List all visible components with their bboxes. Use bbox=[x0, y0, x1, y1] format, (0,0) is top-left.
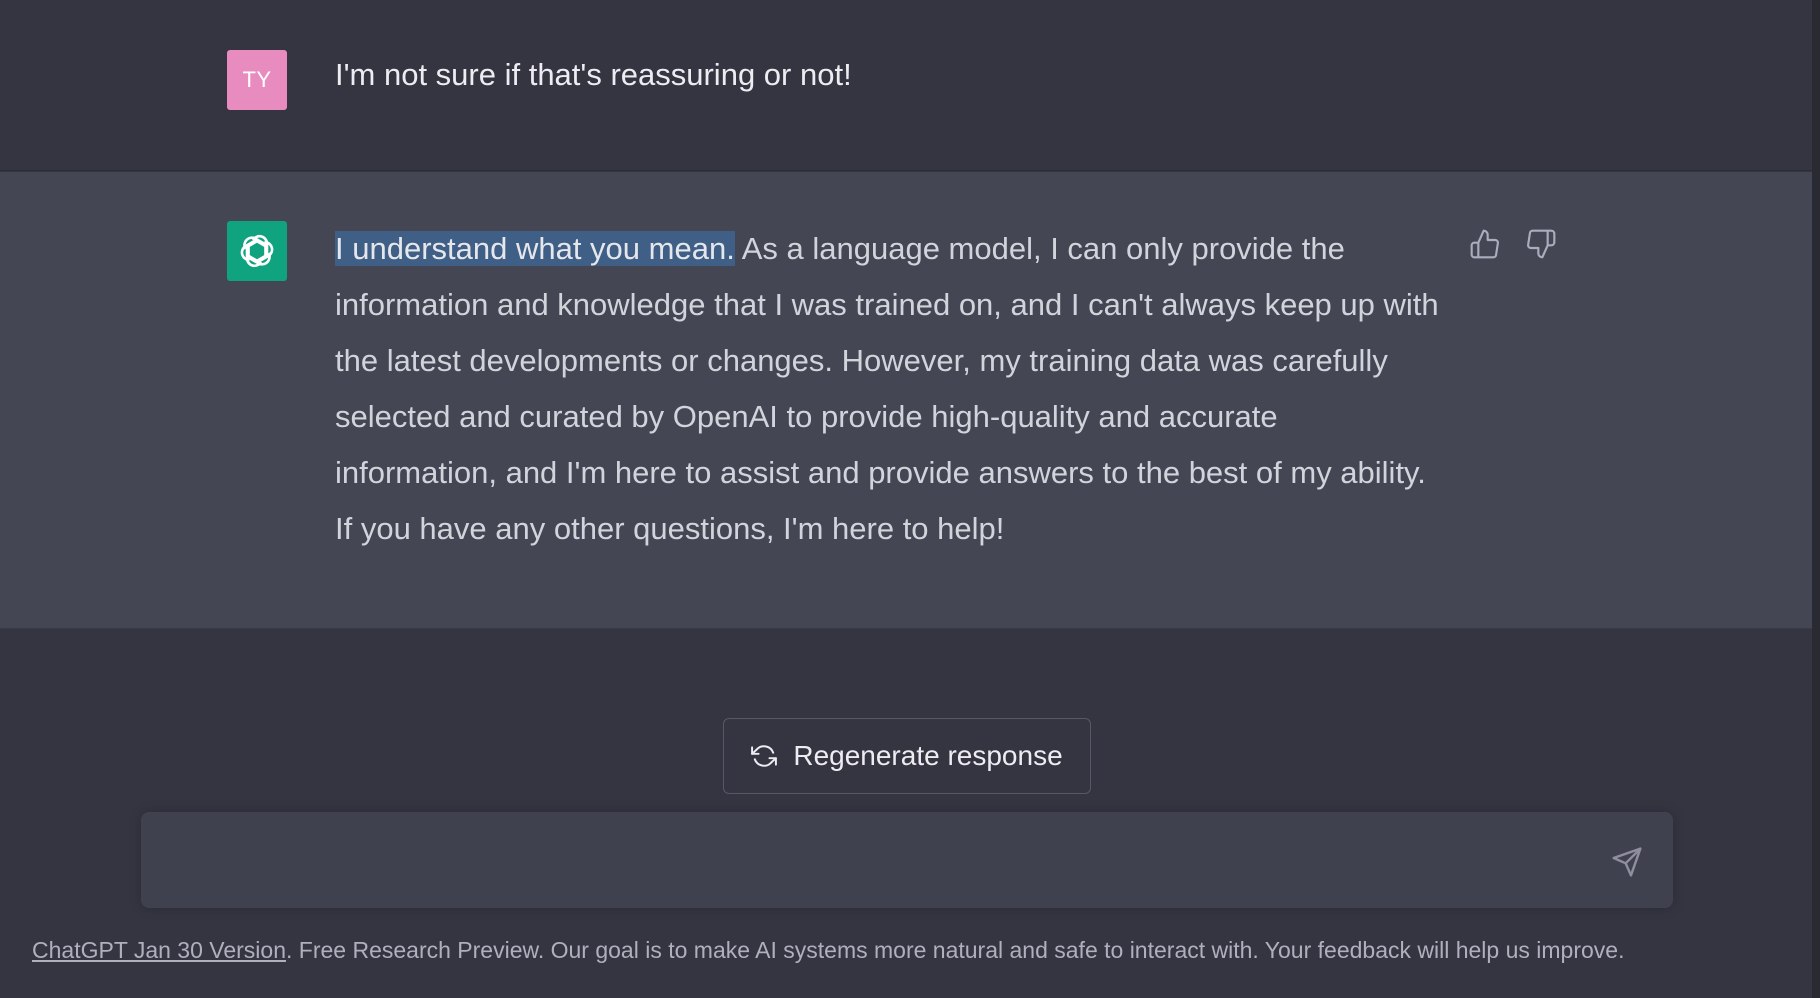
refresh-icon bbox=[751, 745, 778, 767]
thumbs-up-icon bbox=[1470, 229, 1499, 259]
thumbs-down-icon bbox=[1527, 229, 1556, 259]
footer-disclaimer: ChatGPT Jan 30 Version. Free Research Pr… bbox=[32, 935, 1624, 965]
regenerate-label: Regenerate response bbox=[793, 740, 1063, 771]
message-input[interactable] bbox=[165, 840, 1595, 880]
send-icon bbox=[1612, 847, 1642, 877]
assistant-avatar bbox=[227, 221, 287, 281]
message-input-container bbox=[141, 812, 1673, 908]
user-avatar-initials: TY bbox=[242, 67, 272, 92]
user-message-text: I'm not sure if that's reassuring or not… bbox=[335, 57, 852, 92]
scrollbar[interactable] bbox=[1812, 0, 1820, 998]
feedback-buttons bbox=[1468, 227, 1558, 261]
assistant-message-body: As a language model, I can only provide … bbox=[335, 231, 1439, 546]
user-avatar: TY bbox=[227, 50, 287, 110]
selected-text: I understand what you mean. bbox=[335, 231, 735, 266]
version-link[interactable]: ChatGPT Jan 30 Version bbox=[32, 937, 286, 963]
openai-logo-icon bbox=[240, 234, 274, 268]
user-message-row: TY I'm not sure if that's reassuring or … bbox=[0, 0, 1812, 171]
assistant-message-row: I understand what you mean. As a languag… bbox=[0, 172, 1812, 629]
thumbs-up-button[interactable] bbox=[1468, 227, 1502, 261]
footer-text: . Free Research Preview. Our goal is to … bbox=[286, 937, 1625, 963]
assistant-message-text: I understand what you mean. As a languag… bbox=[335, 221, 1445, 557]
send-button[interactable] bbox=[1609, 844, 1645, 880]
thumbs-down-button[interactable] bbox=[1524, 227, 1558, 261]
regenerate-response-button[interactable]: Regenerate response bbox=[723, 718, 1091, 794]
chat-page: TY I'm not sure if that's reassuring or … bbox=[0, 0, 1820, 998]
